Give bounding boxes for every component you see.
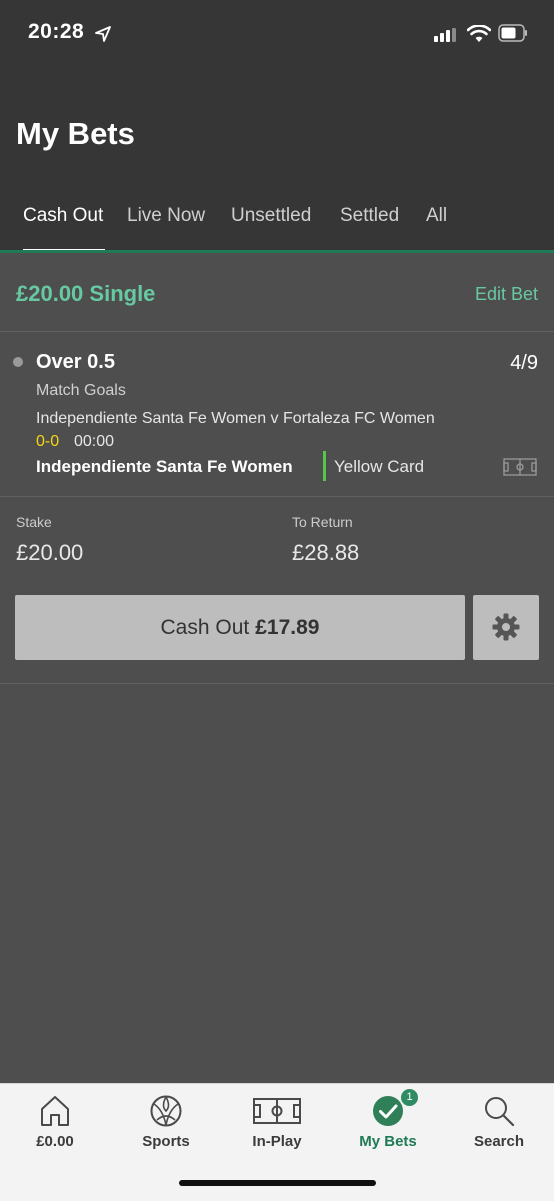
nav-in-play-label: In-Play [252, 1133, 302, 1150]
home-icon [41, 1096, 69, 1126]
gear-icon [492, 613, 520, 641]
selection-status-dot [13, 357, 23, 367]
return-value: £28.88 [292, 540, 360, 565]
bet-title: £20.00 Single [16, 281, 156, 306]
divider [0, 331, 554, 332]
nav-my-bets[interactable]: 1 My Bets [333, 1084, 443, 1164]
pitch-icon[interactable] [503, 458, 537, 476]
selection-name: Over 0.5 [36, 351, 115, 373]
cash-out-button[interactable]: Cash Out £17.89 [15, 595, 465, 660]
pitch-icon [253, 1098, 301, 1124]
search-icon [485, 1097, 515, 1127]
tab-cash-out[interactable]: Cash Out [23, 205, 103, 227]
tab-all[interactable]: All [426, 205, 447, 227]
page-title: My Bets [16, 116, 135, 151]
football-icon [150, 1095, 182, 1127]
tab-unsettled[interactable]: Unsettled [231, 205, 311, 227]
incident-team: Independiente Santa Fe Women [36, 457, 293, 476]
stake-label: Stake [16, 514, 52, 530]
tab-settled[interactable]: Settled [340, 205, 399, 227]
match-clock: 00:00 [74, 433, 115, 450]
battery-icon [498, 24, 527, 42]
edit-bet-button[interactable]: Edit Bet [475, 284, 538, 305]
location-arrow-icon [95, 26, 111, 42]
cash-out-label: Cash Out [160, 615, 250, 639]
live-score: 0-0 [36, 433, 60, 450]
event-name[interactable]: Independiente Santa Fe Women v Fortaleza… [36, 410, 435, 428]
home-indicator [179, 1180, 376, 1186]
incident-text: Yellow Card [334, 457, 425, 476]
nav-search-label: Search [473, 1133, 525, 1150]
cash-out-amount: £17.89 [255, 615, 320, 639]
nav-my-bets-label: My Bets [359, 1133, 417, 1150]
selection-odds: 4/9 [510, 352, 538, 374]
bet-tabs: Cash Out Live Now Unsettled Settled All [0, 205, 554, 253]
nav-search[interactable]: Search [444, 1084, 554, 1164]
stake-value: £20.00 [16, 540, 84, 565]
market-name: Match Goals [36, 382, 126, 399]
status-time: 20:28 [28, 20, 85, 43]
nav-sports[interactable]: Sports [111, 1084, 221, 1164]
tab-live-now[interactable]: Live Now [127, 205, 205, 227]
wifi-icon [467, 25, 491, 42]
cash-out-settings-button[interactable] [473, 595, 539, 660]
nav-home-label: £0.00 [36, 1133, 74, 1150]
divider [0, 496, 554, 497]
nav-home[interactable]: £0.00 [0, 1084, 110, 1164]
return-label: To Return [292, 514, 353, 530]
bet-header: £20.00 Single Edit Bet [0, 253, 554, 331]
incident-separator [323, 451, 326, 481]
divider [0, 683, 554, 684]
nav-sports-label: Sports [142, 1133, 190, 1150]
nav-in-play[interactable]: In-Play [222, 1084, 332, 1164]
header: 20:28 My Bets Cash Out Live Now Unsettle… [0, 0, 554, 253]
my-bets-badge: 1 [400, 1088, 419, 1107]
